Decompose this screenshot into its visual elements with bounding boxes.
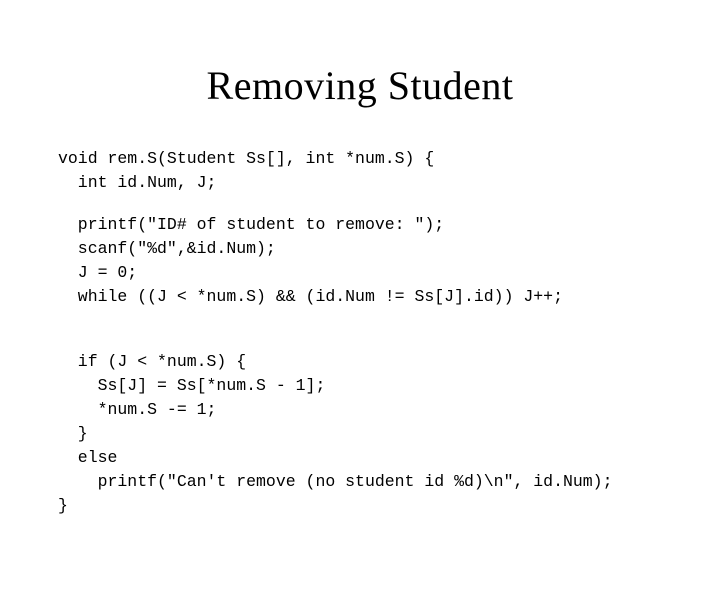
code-line: while ((J < *num.S) && (id.Num != Ss[J].… (58, 287, 563, 306)
code-line: *num.S -= 1; (58, 400, 216, 419)
code-group: printf("ID# of student to remove: "); sc… (58, 213, 720, 309)
code-line: printf("ID# of student to remove: "); (58, 215, 444, 234)
code-line: Ss[J] = Ss[*num.S - 1]; (58, 376, 325, 395)
code-line: J = 0; (58, 263, 137, 282)
code-line: } (58, 424, 88, 443)
code-line: else (58, 448, 117, 467)
code-line: void rem.S(Student Ss[], int *num.S) { (58, 149, 434, 168)
code-block: void rem.S(Student Ss[], int *num.S) { i… (58, 147, 720, 518)
code-line: scanf("%d",&id.Num); (58, 239, 276, 258)
code-line: if (J < *num.S) { (58, 352, 246, 371)
code-line: int id.Num, J; (58, 173, 216, 192)
code-line: printf("Can't remove (no student id %d)\… (58, 472, 613, 491)
slide: Removing Student void rem.S(Student Ss[]… (0, 62, 720, 602)
code-line: } (58, 496, 68, 515)
code-group: if (J < *num.S) { Ss[J] = Ss[*num.S - 1]… (58, 350, 720, 517)
slide-title: Removing Student (0, 62, 720, 109)
